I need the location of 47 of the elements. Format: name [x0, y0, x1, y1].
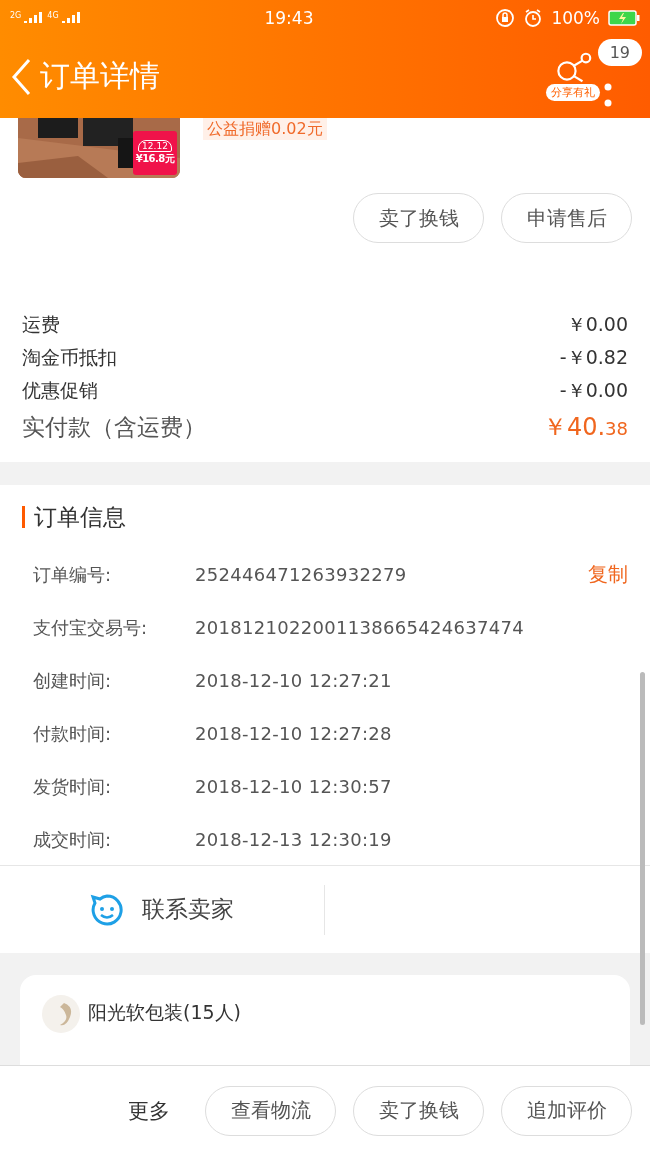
action-button[interactable]: 申请售后 [501, 193, 632, 243]
share-reward-label: 分享有礼 [546, 84, 600, 101]
more-icon[interactable] [604, 83, 612, 109]
action-button[interactable]: 卖了换钱 [353, 1085, 484, 1136]
action-button[interactable]: 追加评价 [501, 1085, 632, 1136]
fee-value: -￥0.00 [559, 377, 628, 403]
group-name: 阳光软包装(15人) [88, 1000, 241, 1025]
info-label: 付款时间: [33, 721, 113, 746]
fee-label: 运费 [22, 311, 60, 337]
section-title: 订单信息 [22, 505, 126, 528]
info-value: 2018-12-10 12:30:57 [195, 776, 393, 797]
fee-value: ￥0.00 [566, 311, 628, 337]
total-label: 实付款（含运费） [22, 412, 206, 442]
info-label: 订单编号: [33, 562, 113, 587]
info-value: 2018-12-13 12:30:19 [195, 829, 393, 850]
battery-icon [608, 9, 640, 26]
contact-seller-link[interactable]: 联系卖家 [142, 894, 234, 925]
back-icon[interactable] [10, 57, 32, 96]
group-avatar [42, 995, 80, 1033]
fee-label: 优惠促销 [22, 377, 98, 403]
info-label: 支付宝交易号: [33, 615, 149, 640]
fee-value: -￥0.82 [559, 344, 628, 370]
action-button[interactable]: 卖了换钱 [353, 193, 484, 243]
page-title: 订单详情 [40, 57, 161, 95]
action-button[interactable]: 查看物流 [205, 1085, 336, 1136]
info-label: 创建时间: [33, 668, 113, 693]
chat-icon[interactable] [90, 892, 124, 927]
network-label: 2G [10, 10, 22, 20]
donation-tag: 公益捐赠0.02元 [203, 118, 327, 140]
info-label: 成交时间: [33, 827, 113, 852]
signal-icon [60, 10, 83, 25]
clock: 19:43 [264, 7, 314, 28]
message-count-badge: 19 [597, 39, 642, 66]
more-link[interactable]: 更多 [128, 1096, 170, 1125]
rotation-lock-icon [495, 7, 516, 28]
network-label: 4G [47, 10, 59, 20]
promo-logo: 12.12 [138, 140, 172, 152]
info-value: 2018-12-10 12:27:21 [195, 670, 393, 691]
fee-label: 淘金币抵扣 [22, 344, 117, 370]
battery-percent: 100% [551, 7, 600, 28]
total-amount: ￥40.38 [542, 412, 628, 443]
info-value: 2018-12-10 12:27:28 [195, 723, 393, 744]
promo-price: ¥16.8元 [135, 152, 175, 166]
info-label: 发货时间: [33, 774, 113, 799]
info-value: 252446471263932279 [195, 564, 408, 585]
info-value: 2018121022001138665424637474 [195, 617, 526, 638]
alarm-icon [523, 7, 544, 28]
